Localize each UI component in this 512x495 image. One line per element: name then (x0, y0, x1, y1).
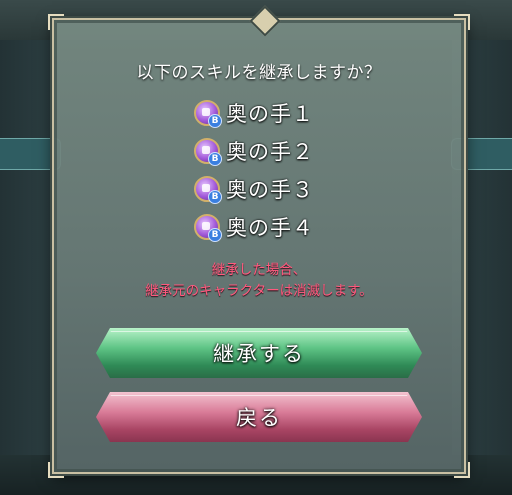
skill-name: 奥の手２ (226, 140, 314, 164)
skill-name: 奥の手３ (226, 178, 314, 202)
skill-item: B 奥の手２ (194, 132, 314, 170)
skill-b-slot-icon: B (194, 100, 222, 128)
skill-list: B 奥の手１ B 奥の手２ B 奥の手３ B 奥の手４ (194, 94, 314, 246)
skill-b-slot-icon: B (194, 176, 222, 204)
skill-item: B 奥の手３ (194, 170, 314, 208)
skill-name: 奥の手１ (226, 102, 314, 126)
skill-name: 奥の手４ (226, 216, 314, 240)
frame-corner-ornament (454, 462, 470, 478)
skill-slot-badge: B (208, 114, 222, 128)
inherit-warning: 継承した場合、 継承元のキャラクターは消滅します。 (54, 260, 464, 302)
warning-line: 継承した場合、 (211, 262, 307, 278)
confirm-inherit-button[interactable]: 継承する (96, 328, 422, 378)
skill-item: B 奥の手４ (194, 208, 314, 246)
background-left-panel (0, 40, 60, 495)
dialog-prompt: 以下のスキルを継承しますか？ (136, 63, 382, 83)
confirm-button-label: 継承する (213, 342, 305, 366)
frame-corner-ornament (48, 462, 64, 478)
skill-slot-badge: B (208, 152, 222, 166)
frame-corner-ornament (454, 14, 470, 30)
skill-slot-badge: B (208, 228, 222, 242)
back-button-label: 戻る (236, 406, 282, 430)
skill-b-slot-icon: B (194, 214, 222, 242)
frame-corner-ornament (48, 14, 64, 30)
inherit-skill-dialog: 以下のスキルを継承しますか？ B 奥の手１ B 奥の手２ B 奥の手３ B 奥の… (48, 5, 470, 478)
skill-b-slot-icon: B (194, 138, 222, 166)
skill-item: B 奥の手１ (194, 94, 314, 132)
warning-line: 継承元のキャラクターは消滅します。 (145, 283, 373, 299)
back-button[interactable]: 戻る (96, 392, 422, 442)
skill-slot-badge: B (208, 190, 222, 204)
